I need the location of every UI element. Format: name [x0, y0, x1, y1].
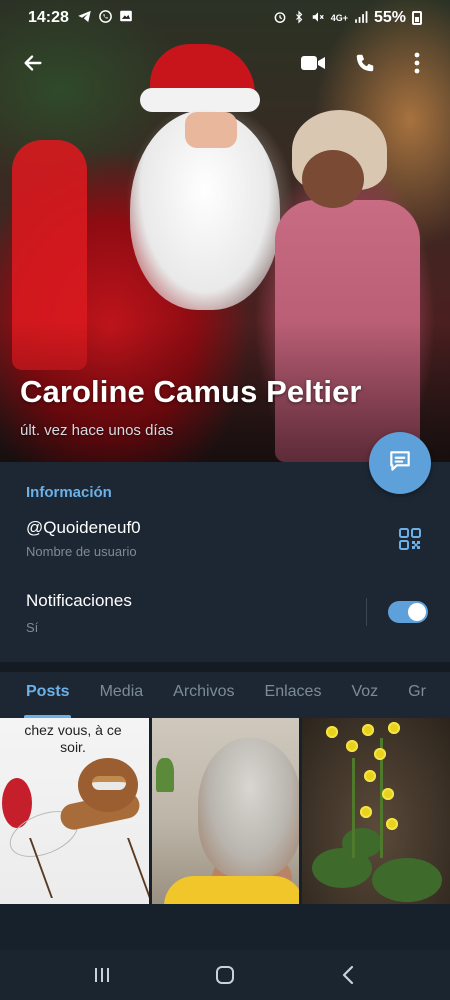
grid-empty-area	[0, 904, 450, 950]
more-options-icon[interactable]	[402, 48, 432, 78]
status-notification-icons	[77, 9, 133, 27]
battery-percent: 55%	[373, 9, 406, 26]
profile-name: Caroline Camus Peltier	[20, 374, 362, 409]
bluetooth-icon	[293, 10, 305, 27]
thumb-mosquito-eyes	[92, 776, 126, 790]
home-icon[interactable]	[205, 955, 245, 995]
recent-apps-icon[interactable]	[82, 955, 122, 995]
vertical-divider	[366, 598, 367, 626]
system-nav-bar	[0, 950, 450, 1000]
battery-icon	[412, 11, 422, 25]
username-label: Nombre de usuario	[26, 544, 137, 559]
thumb-flower	[360, 806, 372, 818]
notifications-value: Sí	[26, 620, 39, 635]
top-actions	[298, 48, 432, 78]
status-time: 14:28	[28, 9, 69, 26]
tab-archivos[interactable]: Archivos	[158, 672, 249, 718]
thumb-flower	[388, 722, 400, 734]
qr-code-icon[interactable]	[398, 527, 422, 551]
section-divider	[0, 662, 450, 672]
profile-photo[interactable]: 14:28 4G+ 55% Caroline Camus Peltier últ…	[0, 0, 450, 462]
thumb-plant	[156, 758, 174, 792]
tab-posts[interactable]: Posts	[0, 672, 85, 718]
send-message-button[interactable]	[369, 432, 431, 494]
thumb-leaf	[372, 858, 442, 902]
thumb-flower	[362, 724, 374, 736]
notifications-toggle[interactable]	[388, 601, 428, 623]
message-icon	[387, 448, 413, 479]
photo-child-face	[302, 150, 364, 208]
status-right: 4G+ 55%	[273, 9, 422, 27]
toggle-knob	[408, 603, 426, 621]
media-thumbnail[interactable]	[302, 718, 450, 904]
thumb-leaf	[342, 828, 382, 858]
telegram-icon	[77, 9, 92, 27]
back-arrow-icon[interactable]	[18, 48, 48, 78]
tab-enlaces[interactable]: Enlaces	[250, 672, 337, 718]
top-app-bar	[0, 40, 450, 86]
tab-voz[interactable]: Voz	[336, 672, 393, 718]
thumb-stem	[352, 758, 355, 858]
tab-groups[interactable]: Gr	[393, 672, 441, 718]
alarm-icon	[273, 10, 287, 27]
notifications-label[interactable]: Notificaciones	[26, 591, 132, 611]
video-call-icon[interactable]	[298, 48, 328, 78]
media-tabs: Posts Media Archivos Enlaces Voz Gr	[0, 672, 450, 718]
thumb-mosquito-legs	[29, 838, 149, 898]
gallery-icon	[119, 9, 133, 27]
media-thumbnail[interactable]: chez vous, à ce soir.	[0, 718, 149, 904]
network-type: 4G+	[330, 13, 348, 23]
thumb-flower	[364, 770, 376, 782]
thumb-head	[198, 738, 299, 878]
photo-face	[185, 112, 237, 148]
media-thumbnail[interactable]	[152, 718, 299, 904]
thumb-collar	[164, 876, 299, 904]
info-title: Información	[26, 484, 112, 501]
username-value[interactable]: @Quoideneuf0	[26, 518, 141, 538]
last-seen-status: últ. vez hace unos días	[20, 422, 174, 439]
thumb-flower	[326, 726, 338, 738]
info-section: Información @Quoideneuf0 Nombre de usuar…	[0, 462, 450, 662]
tab-media[interactable]: Media	[85, 672, 159, 718]
thumb-flower	[382, 788, 394, 800]
status-bar: 14:28 4G+ 55%	[0, 0, 450, 36]
signal-icon	[354, 10, 368, 27]
back-icon[interactable]	[328, 955, 368, 995]
phone-call-icon[interactable]	[350, 48, 380, 78]
mute-icon	[311, 10, 325, 27]
thumb-flower	[386, 818, 398, 830]
thumb-flower	[346, 740, 358, 752]
thumb-flower	[374, 748, 386, 760]
whatsapp-icon	[98, 9, 113, 27]
media-grid: chez vous, à ce soir.	[0, 718, 450, 904]
photo-hat-rim	[140, 88, 260, 112]
thumb-caption: chez vous, à ce soir.	[24, 722, 122, 755]
